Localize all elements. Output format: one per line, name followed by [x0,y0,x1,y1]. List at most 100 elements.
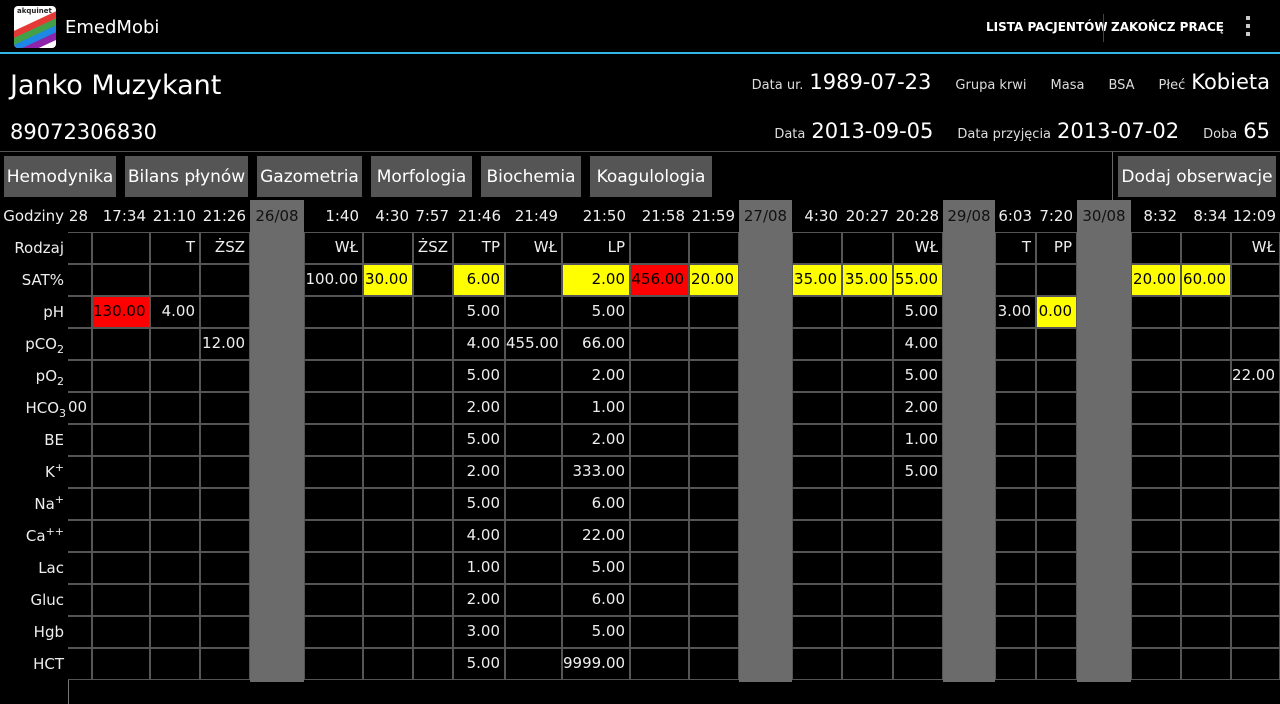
observation-cell[interactable] [1036,328,1077,360]
observation-cell[interactable] [792,328,842,360]
time-header[interactable]: 21:59 [689,200,735,232]
observation-cell[interactable] [200,456,250,488]
time-header[interactable]: 28 [68,200,88,232]
observation-cell[interactable] [413,424,453,456]
observation-cell[interactable]: WŁ [304,232,363,264]
observation-cell[interactable] [304,520,363,552]
observation-cell[interactable] [630,360,689,392]
observation-cell[interactable]: 3.00 [995,296,1036,328]
observation-cell[interactable] [505,392,562,424]
observation-cell[interactable]: 1.00 [562,392,630,424]
observation-cell[interactable] [842,520,893,552]
observation-cell[interactable]: TP [453,232,505,264]
observation-cell[interactable]: 2.00 [562,264,630,296]
observation-cell[interactable] [1231,488,1280,520]
observation-cell[interactable]: 20.00 [1131,264,1181,296]
observation-cell[interactable]: 4.00 [893,328,943,360]
observation-cell[interactable]: WŁ [505,232,562,264]
observation-cell[interactable]: 455.00 [505,328,562,360]
observation-cell[interactable] [792,392,842,424]
observation-cell[interactable] [92,424,150,456]
observation-cell[interactable] [689,296,739,328]
observation-cell[interactable] [630,552,689,584]
observation-cell[interactable]: 4.00 [150,296,200,328]
observation-cell[interactable] [304,328,363,360]
observation-cell[interactable] [1181,392,1231,424]
observation-cell[interactable] [68,456,92,488]
time-header[interactable]: 20:28 [893,200,939,232]
observation-cell[interactable] [304,616,363,648]
observation-cell[interactable] [792,424,842,456]
observation-cell[interactable] [995,392,1036,424]
observation-cell[interactable] [792,488,842,520]
observation-cell[interactable] [842,616,893,648]
observation-cell[interactable] [505,296,562,328]
observation-cell[interactable] [68,584,92,616]
observation-cell[interactable] [842,552,893,584]
observation-cell[interactable] [893,488,943,520]
time-header[interactable]: 21:58 [630,200,685,232]
observation-cell[interactable] [1181,584,1231,616]
observation-cell[interactable] [505,584,562,616]
observation-cell[interactable]: 55.00 [893,264,943,296]
observation-cell[interactable] [1231,328,1280,360]
observation-cell[interactable] [995,264,1036,296]
observation-cell[interactable] [150,520,200,552]
observation-cell[interactable] [304,296,363,328]
observation-cell[interactable]: 5.00 [453,296,505,328]
observation-cell[interactable]: 333.00 [562,456,630,488]
observation-cell[interactable] [1231,296,1280,328]
observation-cell[interactable] [505,552,562,584]
observation-cell[interactable]: 35.00 [842,264,893,296]
observation-cell[interactable] [363,392,413,424]
observation-cell[interactable]: 66.00 [562,328,630,360]
observation-cell[interactable]: 35.00 [792,264,842,296]
observation-cell[interactable]: 5.00 [453,488,505,520]
observation-cell[interactable] [92,264,150,296]
observation-cell[interactable]: 12.00 [200,328,250,360]
observation-cell[interactable] [1181,232,1231,264]
observation-cell[interactable] [792,296,842,328]
observation-cell[interactable]: PP [1036,232,1077,264]
tab-morfologia[interactable]: Morfologia [371,156,472,197]
observation-cell[interactable] [413,264,453,296]
observation-cell[interactable] [68,360,92,392]
observation-cell[interactable] [1231,264,1280,296]
observation-cell[interactable] [92,328,150,360]
observation-cell[interactable] [792,360,842,392]
observation-cell[interactable] [1036,552,1077,584]
observation-cell[interactable] [363,520,413,552]
observation-cell[interactable] [995,520,1036,552]
time-header[interactable]: 21:46 [453,200,501,232]
observation-cell[interactable] [304,392,363,424]
time-header[interactable]: 7:57 [413,200,449,232]
observation-cell[interactable]: 0.00 [1036,296,1077,328]
observation-cell[interactable] [893,520,943,552]
time-header[interactable]: 8:34 [1181,200,1227,232]
observation-cell[interactable] [413,360,453,392]
observation-cell[interactable] [200,296,250,328]
observation-cell[interactable] [630,616,689,648]
observation-cell[interactable] [842,488,893,520]
observation-cell[interactable] [1231,424,1280,456]
observation-cell[interactable] [363,424,413,456]
observation-cell[interactable]: 2.00 [453,392,505,424]
observation-cell[interactable] [689,456,739,488]
observation-cell[interactable] [1036,424,1077,456]
app-logo-icon[interactable]: akquinet [14,6,56,48]
observation-cell[interactable] [505,648,562,680]
observation-cell[interactable] [200,648,250,680]
observation-cell[interactable] [630,520,689,552]
observation-cell[interactable] [1231,456,1280,488]
observation-cell[interactable] [304,456,363,488]
observation-cell[interactable] [68,520,92,552]
observation-cell[interactable] [505,456,562,488]
observation-cell[interactable] [68,296,92,328]
overflow-menu-icon[interactable] [1240,12,1256,42]
finish-work-button[interactable]: ZAKOŃCZ PRACĘ [1111,20,1224,34]
observation-cell[interactable] [630,424,689,456]
observation-cell[interactable] [92,584,150,616]
observation-cell[interactable] [92,232,150,264]
observation-cell[interactable] [150,392,200,424]
time-header[interactable]: 8:32 [1131,200,1177,232]
